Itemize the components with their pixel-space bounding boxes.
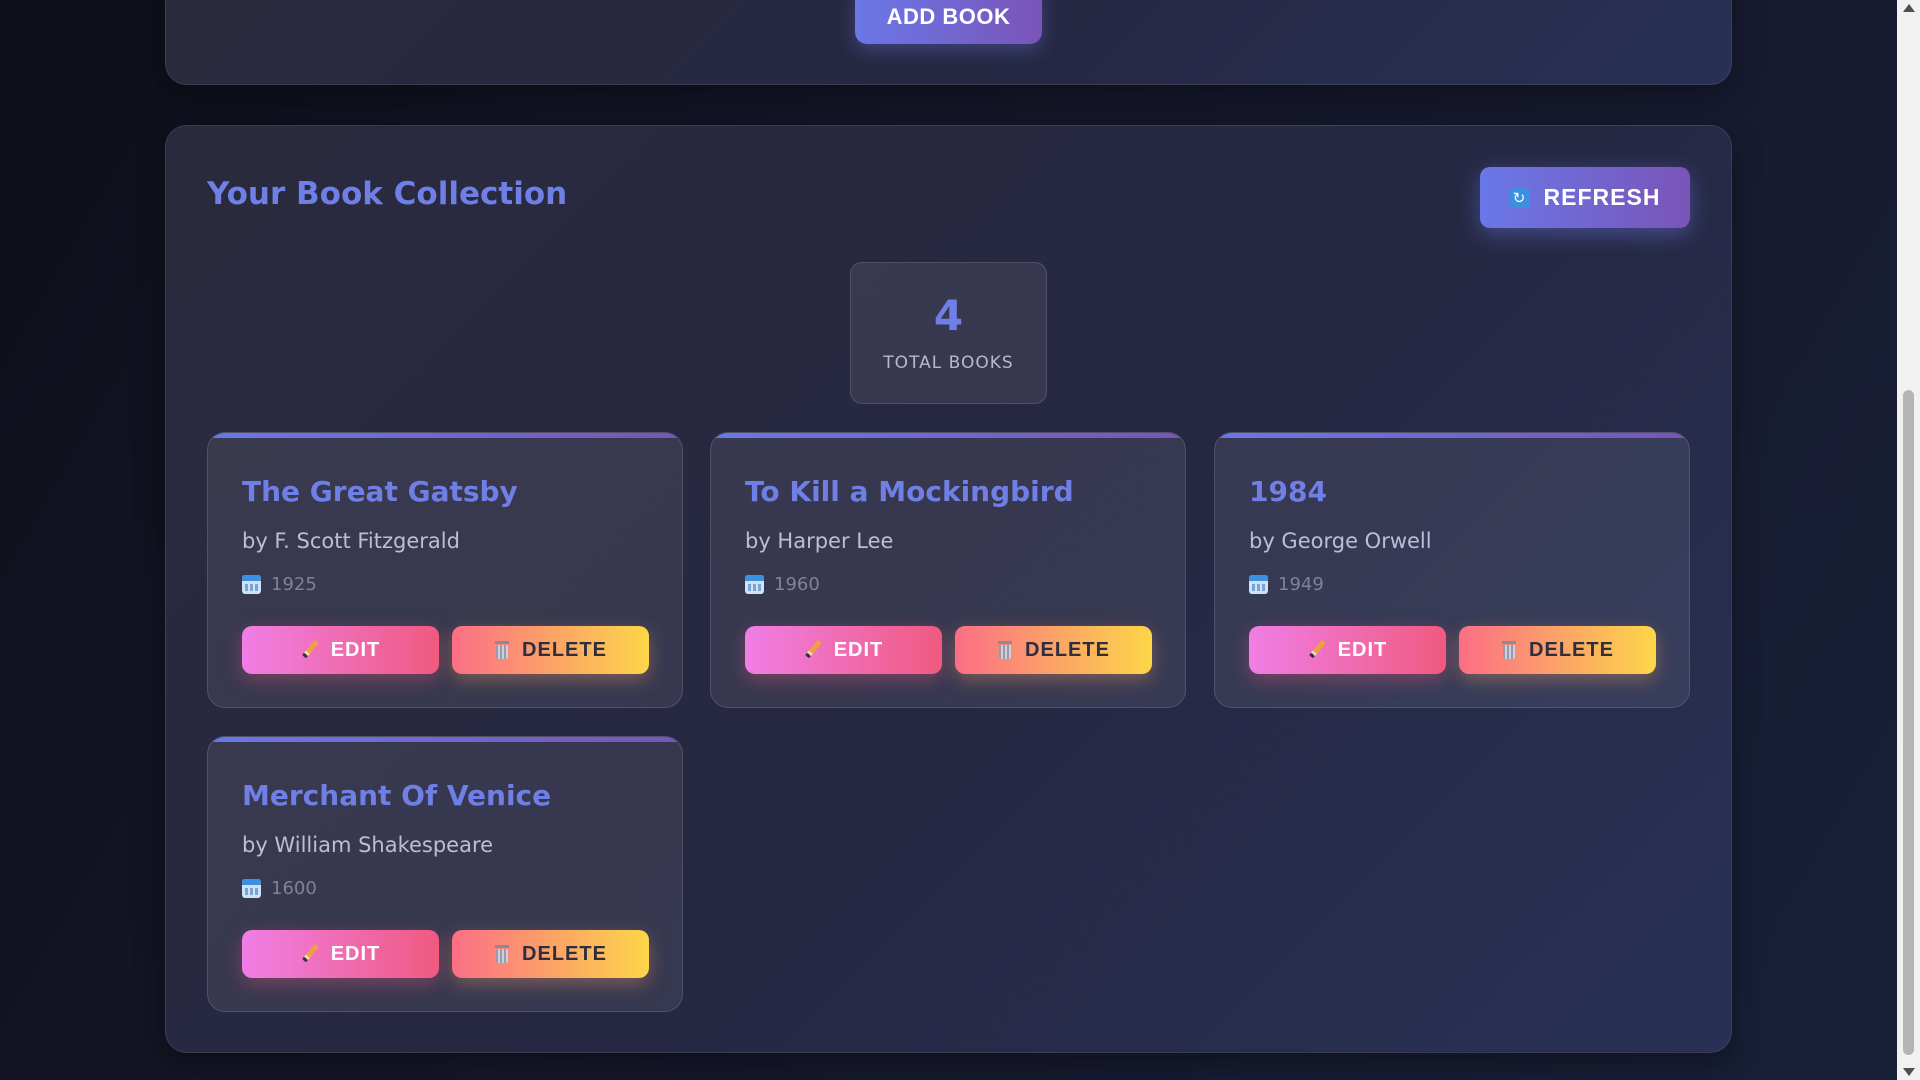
book-year-row: 1960 — [745, 574, 820, 595]
book-year: 1600 — [271, 878, 317, 899]
collection-title: Your Book Collection — [207, 176, 568, 212]
delete-label: DELETE — [522, 638, 607, 661]
edit-label: EDIT — [833, 638, 884, 661]
scroll-down-arrow-icon[interactable] — [1903, 1068, 1915, 1076]
delete-button[interactable]: DELETE — [955, 626, 1152, 674]
delete-label: DELETE — [522, 942, 607, 965]
trash-icon — [494, 945, 510, 963]
scrollbar-thumb[interactable] — [1903, 390, 1914, 1055]
add-book-button[interactable]: ADD BOOK — [855, 0, 1042, 44]
delete-button[interactable]: DELETE — [452, 626, 649, 674]
trash-icon — [1501, 641, 1517, 659]
calendar-icon — [242, 575, 261, 594]
scroll-up-arrow-icon[interactable] — [1903, 4, 1915, 12]
delete-button[interactable]: DELETE — [452, 930, 649, 978]
edit-button[interactable]: EDIT — [745, 626, 942, 674]
delete-label: DELETE — [1025, 638, 1110, 661]
total-books-stat: 4 TOTAL BOOKS — [850, 262, 1047, 404]
edit-label: EDIT — [330, 942, 381, 965]
book-title: 1984 — [1249, 475, 1327, 508]
book-author: by William Shakespeare — [242, 833, 494, 857]
pencil-icon — [1308, 641, 1326, 659]
edit-button[interactable]: EDIT — [242, 626, 439, 674]
book-card: To Kill a Mockingbird by Harper Lee 1960… — [710, 432, 1186, 708]
pencil-icon — [804, 641, 822, 659]
refresh-button[interactable]: ↻ REFRESH — [1480, 167, 1690, 228]
delete-label: DELETE — [1529, 638, 1614, 661]
pencil-icon — [301, 641, 319, 659]
edit-button[interactable]: EDIT — [242, 930, 439, 978]
book-year-row: 1600 — [242, 878, 317, 899]
book-card: 1984 by George Orwell 1949 EDIT DELETE — [1214, 432, 1690, 708]
book-year: 1925 — [271, 574, 317, 595]
pencil-icon — [301, 945, 319, 963]
book-author: by F. Scott Fitzgerald — [242, 529, 460, 553]
book-title: To Kill a Mockingbird — [745, 475, 1074, 508]
trash-icon — [997, 641, 1013, 659]
total-books-label: TOTAL BOOKS — [883, 353, 1014, 373]
trash-icon — [494, 641, 510, 659]
total-books-count: 4 — [933, 291, 964, 340]
book-year-row: 1925 — [242, 574, 317, 595]
book-year: 1960 — [774, 574, 820, 595]
page-scrollbar[interactable] — [1897, 0, 1920, 1080]
edit-button[interactable]: EDIT — [1249, 626, 1446, 674]
calendar-icon — [1249, 575, 1268, 594]
delete-button[interactable]: DELETE — [1459, 626, 1656, 674]
refresh-label: REFRESH — [1543, 184, 1661, 210]
refresh-icon: ↻ — [1509, 187, 1530, 208]
calendar-icon — [242, 879, 261, 898]
book-year-row: 1949 — [1249, 574, 1324, 595]
book-card: The Great Gatsby by F. Scott Fitzgerald … — [207, 432, 683, 708]
calendar-icon — [745, 575, 764, 594]
book-card: Merchant Of Venice by William Shakespear… — [207, 736, 683, 1012]
book-title: The Great Gatsby — [242, 475, 518, 508]
book-author: by Harper Lee — [745, 529, 894, 553]
book-author: by George Orwell — [1249, 529, 1432, 553]
book-year: 1949 — [1278, 574, 1324, 595]
book-title: Merchant Of Venice — [242, 779, 552, 812]
edit-label: EDIT — [330, 638, 381, 661]
edit-label: EDIT — [1337, 638, 1388, 661]
